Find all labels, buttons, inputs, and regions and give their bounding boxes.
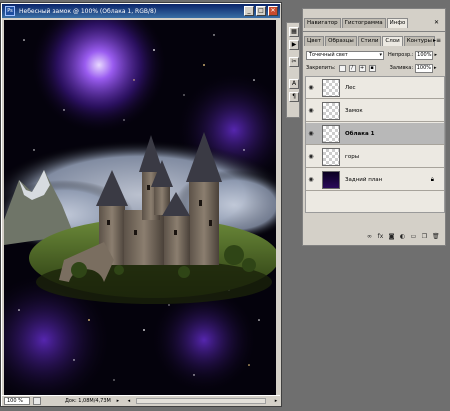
maximize-button[interactable]: □ [256,6,266,16]
layer-thumbnail [322,170,340,189]
layers-panel: Цвет Образцы Стили Слои Контуры ▸≡ Точеч… [302,31,446,246]
panel-dock-strip: ▦ ▶ ✂ A ¶ [286,22,300,118]
eye-icon[interactable]: ◉ [306,107,316,114]
tools-icon[interactable]: ✂ [289,57,299,67]
castle-artwork [4,20,277,396]
blend-mode-value: Точечный свет [309,51,348,58]
lock-move-icon[interactable]: + [358,64,366,72]
opacity-label: Непрозр.: [388,52,414,58]
paragraph-icon[interactable]: ¶ [289,92,299,102]
layer-row-oblaka-1[interactable]: ◉ Облака 1 [306,123,444,145]
eye-icon[interactable]: ◉ [306,130,316,137]
chevron-down-icon: ▾ [379,51,382,58]
fill-slider-icon[interactable]: ▸ [434,65,437,71]
eye-icon[interactable]: ◉ [306,153,316,160]
panel-menu-icon[interactable]: ▸≡ [433,37,441,44]
fx-icon[interactable]: fx [377,233,384,240]
opacity-field[interactable]: 100% [415,50,434,60]
lock-brush-icon[interactable]: / [348,64,356,72]
eye-icon[interactable]: ◉ [306,176,316,183]
opacity-slider-icon[interactable]: ▸ [434,52,437,58]
layer-name: горы [345,153,360,160]
scroll-left-icon[interactable]: ◂ [125,397,133,405]
layer-thumbnail [322,78,340,97]
tab-swatches[interactable]: Образцы [325,36,357,46]
lock-transparency-icon[interactable] [338,64,346,72]
doc-size-info: Док: 1,08M/4,73M [65,397,111,404]
layers-toolbar: ∞ fx ◙ ◐ ▭ ❐ 🗑︎ [305,231,445,241]
document-window: Ps Небесный замок @ 100% (Облака 1, RGB/… [0,2,282,407]
eye-icon[interactable]: ◉ [306,84,316,91]
navigator-tabs: Навигатор Гистограмма Инфо [304,18,409,28]
tab-color[interactable]: Цвет [304,36,325,46]
tab-paths[interactable]: Контуры [403,36,435,46]
layer-thumbnail [322,124,340,143]
blend-mode-select[interactable]: Точечный свет ▾ [306,50,384,60]
zoom-field[interactable]: 100 % [4,396,30,405]
mask-icon[interactable]: ◙ [388,233,395,240]
trash-icon[interactable]: 🗑︎ [432,233,440,240]
fill-field[interactable]: 100% [415,63,434,73]
layer-row-zamok[interactable]: ◉ Замок [306,100,444,122]
layer-name: Задний план [345,176,383,183]
layer-name: Замок [345,107,363,114]
status-info-icon[interactable] [33,396,41,405]
link-icon[interactable]: ∞ [366,233,373,240]
tab-info[interactable]: Инфо [386,18,409,28]
layer-row-gory[interactable]: ◉ горы [306,146,444,168]
scroll-right-icon[interactable]: ▸ [272,397,280,405]
layer-row-les[interactable]: ◉ Лес [306,77,444,99]
layer-name: Облака 1 [345,130,375,137]
play-icon[interactable]: ▶ [289,40,299,50]
lock-icon: 🔒︎ [430,175,434,183]
minimize-button[interactable]: _ [244,6,254,16]
layer-row-background[interactable]: ◉ Задний план 🔒︎ [306,169,444,191]
folder-icon[interactable]: ▭ [410,233,417,240]
status-bar: 100 % Док: 1,08M/4,73M ▸ ◂ ▸ [2,395,280,405]
tab-navigator[interactable]: Навигатор [304,18,341,28]
document-titlebar[interactable]: Ps Небесный замок @ 100% (Облака 1, RGB/… [2,4,280,18]
tab-styles[interactable]: Стили [357,36,382,46]
document-title: Небесный замок @ 100% (Облака 1, RGB/8) [19,7,157,15]
image-canvas[interactable] [4,20,277,396]
layers-panel-tabs: Цвет Образцы Стили Слои Контуры [304,36,435,46]
tab-histogram[interactable]: Гистограмма [341,18,386,28]
photoshop-icon: Ps [5,6,15,16]
fill-label: Заливка: [389,65,414,71]
status-menu-arrow-icon[interactable]: ▸ [114,397,122,405]
layer-list: ◉ Лес ◉ Замок ◉ Облака 1 ◉ горы ◉ Задний… [305,76,445,213]
horizontal-scrollbar[interactable] [135,397,266,404]
layer-thumbnail [322,147,340,166]
new-layer-icon[interactable]: ❐ [421,233,428,240]
text-icon[interactable]: A [289,79,299,89]
tab-layers[interactable]: Слои [382,36,403,46]
adjustment-icon[interactable]: ◐ [399,233,406,240]
history-icon[interactable]: ▦ [289,27,299,37]
close-button[interactable]: ✕ [268,6,278,16]
vertical-scrollbar[interactable] [276,20,280,396]
layer-thumbnail [322,101,340,120]
lock-all-icon[interactable]: ▪ [368,64,376,72]
lock-label: Закрепить: [306,65,336,71]
close-icon[interactable]: ✕ [434,19,439,26]
layer-name: Лес [345,84,356,91]
